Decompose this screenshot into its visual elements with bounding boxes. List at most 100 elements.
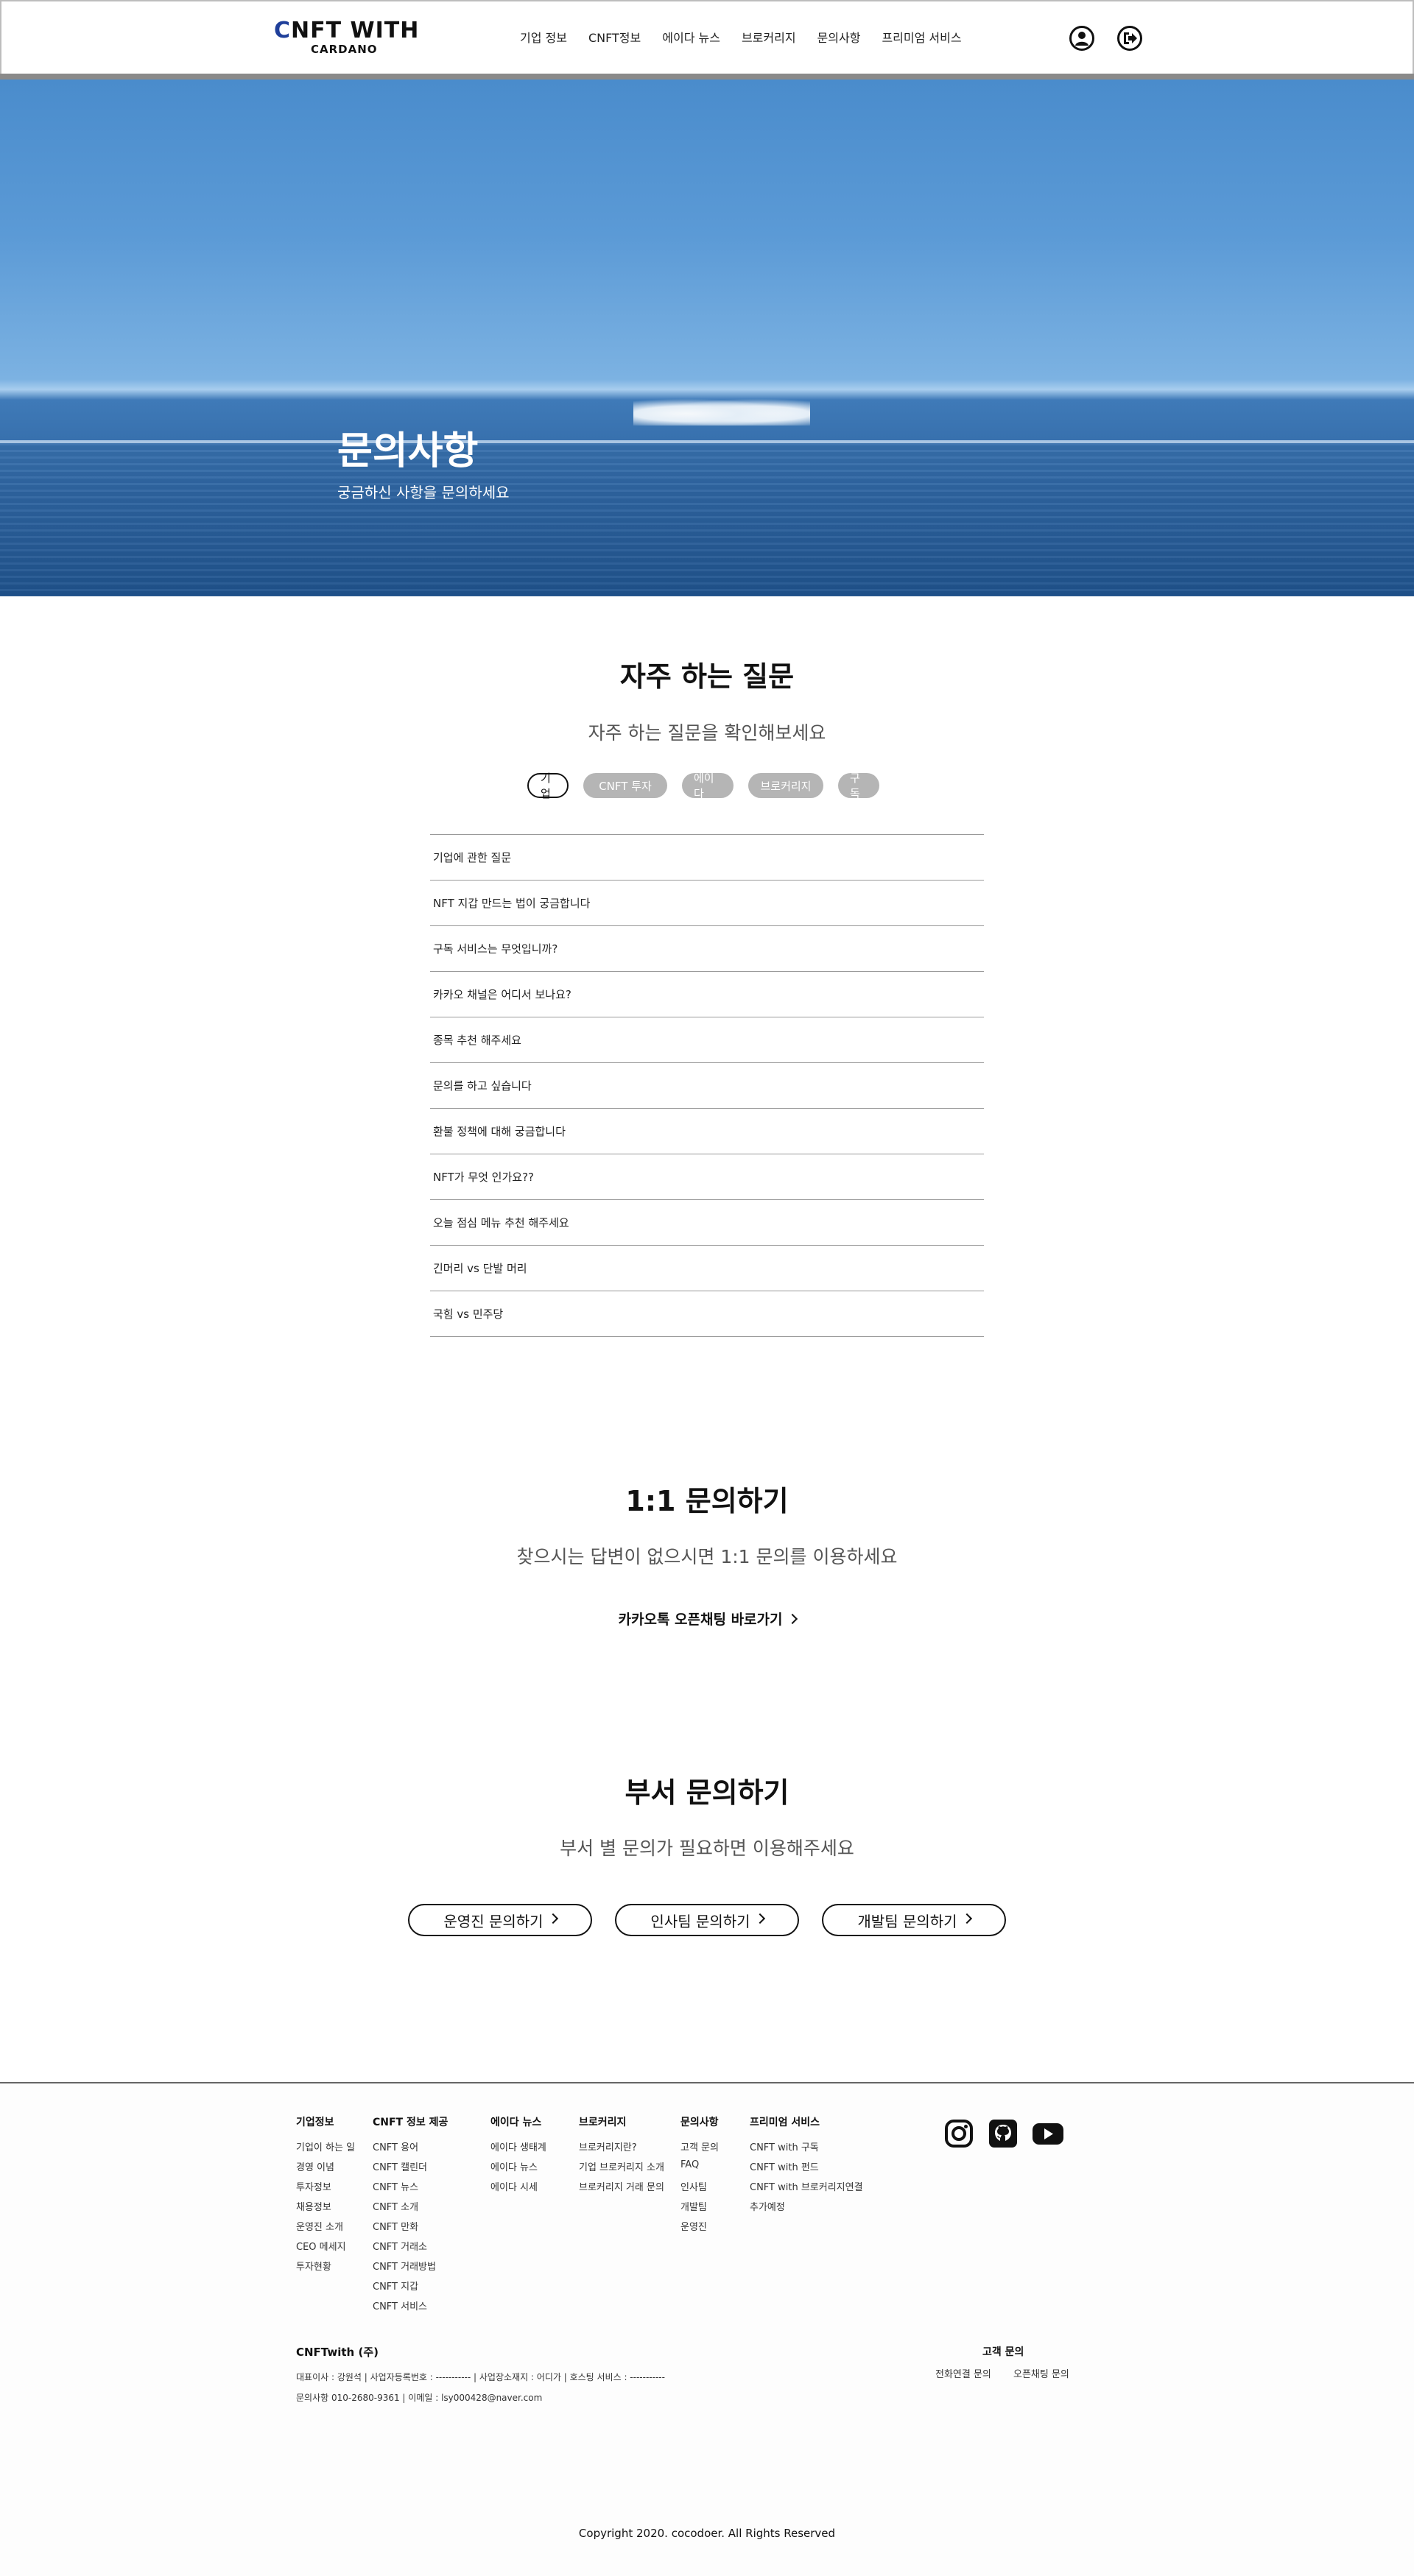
phone-inquiry-link[interactable]: 전화연결 문의 — [935, 2366, 991, 2380]
instagram-icon[interactable] — [944, 2119, 974, 2148]
footer-link[interactable]: 추가예정 — [750, 2199, 863, 2219]
footer-link[interactable]: CNFT 캘린더 — [373, 2159, 448, 2179]
footer-link[interactable]: CNFT 소개 — [373, 2199, 448, 2219]
ops-inquiry-button[interactable]: 운영진 문의하기 — [408, 1904, 592, 1936]
footer-link[interactable]: 투자현황 — [296, 2259, 355, 2279]
faq-item[interactable]: 국힘 vs 민주당 — [430, 1291, 984, 1337]
logo-sub: CARDANO — [311, 43, 378, 56]
footer-col-cnft: CNFT 정보 제공 CNFT 용어 CNFT 캘린더 CNFT 뉴스 CNFT… — [373, 2114, 448, 2318]
support-title: 고객 문의 — [982, 2346, 1024, 2358]
footer-link[interactable]: 인사팀 — [680, 2179, 719, 2199]
footer-link[interactable]: CNFT 뉴스 — [373, 2179, 448, 2199]
nav-item-ada-news[interactable]: 에이다 뉴스 — [662, 28, 720, 46]
footer-link[interactable]: 운영진 소개 — [296, 2219, 355, 2239]
dept-buttons: 운영진 문의하기 인사팀 문의하기 개발팀 문의하기 — [408, 1904, 1029, 1936]
logout-glyph — [1124, 32, 1137, 44]
footer-col-title: 문의사항 — [680, 2117, 719, 2128]
chevron-right-icon — [754, 1913, 765, 1924]
chevron-right-icon — [787, 1613, 798, 1624]
footer-link[interactable]: CNFT 만화 — [373, 2219, 448, 2239]
company-info-line: 대표이사 : 강원석 | 사업자등록번호 : ----------- | 사업장… — [296, 2372, 665, 2382]
footer-link[interactable]: CNFT 용어 — [373, 2139, 448, 2159]
footer-col-ada: 에이다 뉴스 에이다 생태계 에이다 뉴스 에이다 시세 — [490, 2114, 546, 2199]
footer-link[interactable]: 운영진 — [680, 2219, 719, 2239]
faq-item[interactable]: NFT가 무엇 인가요?? — [430, 1154, 984, 1200]
github-icon[interactable] — [988, 2119, 1018, 2148]
nav-item-premium[interactable]: 프리미엄 서비스 — [882, 28, 961, 46]
logout-icon[interactable] — [1117, 26, 1142, 51]
footer-link[interactable]: CEO 메세지 — [296, 2239, 355, 2259]
faq-item[interactable]: 오늘 점심 메뉴 추천 해주세요 — [430, 1200, 984, 1246]
youtube-icon[interactable] — [1031, 2119, 1065, 2148]
footer-link[interactable]: 브로커리지 거래 문의 — [579, 2179, 664, 2199]
footer-link[interactable]: 에이다 시세 — [490, 2179, 546, 2199]
footer-link[interactable]: 기업이 하는 일 — [296, 2139, 355, 2159]
dept-subtitle: 부서 별 문의가 필요하면 이용해주세요 — [560, 1838, 854, 1859]
footer-link[interactable]: 에이다 생태계 — [490, 2139, 546, 2159]
kakao-openchat-label: 카카오톡 오픈채팅 바로가기 — [618, 1612, 783, 1628]
chevron-right-icon — [547, 1913, 558, 1924]
footer-col-premium: 프리미엄 서비스 CNFT with 구독 CNFT with 펀드 CNFT … — [750, 2114, 863, 2219]
header-underline — [0, 74, 1414, 80]
hero-title: 문의사항 — [337, 429, 479, 473]
footer-link[interactable]: CNFT 거래방법 — [373, 2259, 448, 2279]
footer-link[interactable]: 브로커리지란? — [579, 2139, 664, 2159]
openchat-inquiry-link[interactable]: 오픈채팅 문의 — [1013, 2366, 1069, 2380]
footer-col-title: 에이다 뉴스 — [490, 2117, 542, 2128]
footer-col-title: 브로커리지 — [579, 2117, 627, 2128]
footer-col-title: 프리미엄 서비스 — [750, 2117, 820, 2128]
footer-link[interactable]: 투자정보 — [296, 2179, 355, 2199]
faq-item[interactable]: 카카오 채널은 어디서 보나요? — [430, 972, 984, 1017]
tab-subscription[interactable]: 구독 — [838, 772, 879, 800]
nav-item-inquiry[interactable]: 문의사항 — [817, 28, 861, 46]
footer-link[interactable]: 기업 브로커리지 소개 — [579, 2159, 664, 2179]
faq-item[interactable]: 구독 서비스는 무엇입니까? — [430, 926, 984, 972]
footer-link[interactable]: CNFT 서비스 — [373, 2298, 448, 2318]
dev-inquiry-button[interactable]: 개발팀 문의하기 — [822, 1904, 1006, 1936]
one-on-one-subtitle: 찾으시는 답변이 없으시면 1:1 문의를 이용하세요 — [516, 1546, 898, 1567]
faq-item[interactable]: 문의를 하고 싶습니다 — [430, 1063, 984, 1109]
footer-link[interactable]: CNFT with 펀드 — [750, 2159, 863, 2179]
footer-link[interactable]: 채용정보 — [296, 2199, 355, 2219]
one-on-one-title: 1:1 문의하기 — [625, 1485, 789, 1517]
faq-item[interactable]: 종목 추천 해주세요 — [430, 1017, 984, 1063]
hero-subtitle: 궁금하신 사항을 문의하세요 — [337, 484, 510, 501]
footer-col-brokerage: 브로커리지 브로커리지란? 기업 브로커리지 소개 브로커리지 거래 문의 — [579, 2114, 664, 2199]
nav-item-company[interactable]: 기업 정보 — [520, 28, 567, 46]
faq-item[interactable]: NFT 지갑 만드는 법이 궁금합니다 — [430, 881, 984, 926]
tab-brokerage[interactable]: 브로커리지 — [748, 773, 823, 798]
footer-link[interactable]: CNFT 거래소 — [373, 2239, 448, 2259]
logo[interactable]: CNFT WITH CARDANO — [274, 18, 429, 57]
company-name: CNFTwith (주) — [296, 2346, 379, 2359]
kakao-openchat-link[interactable]: 카카오톡 오픈채팅 바로가기 — [0, 1609, 1414, 1628]
faq-item[interactable]: 기업에 관한 질문 — [430, 835, 984, 881]
main-nav: 기업 정보 CNFT정보 에이다 뉴스 브로커리지 문의사항 프리미엄 서비스 — [520, 28, 983, 46]
chevron-right-icon — [961, 1913, 972, 1924]
hero-sea — [0, 443, 1414, 596]
footer-link[interactable]: 개발팀 — [680, 2199, 719, 2219]
hr-inquiry-button[interactable]: 인사팀 문의하기 — [615, 1904, 799, 1936]
youtube-glyph — [1033, 2123, 1063, 2145]
hero-clouds — [633, 396, 810, 426]
footer-link[interactable]: CNFT with 구독 — [750, 2139, 863, 2159]
logo-main: CNFT WITH — [274, 18, 420, 43]
faq-title: 자주 하는 질문 — [619, 660, 795, 693]
footer-col-inquiry: 문의사항 고객 문의 FAQ 인사팀 개발팀 운영진 — [680, 2114, 719, 2239]
nav-item-brokerage[interactable]: 브로커리지 — [742, 28, 796, 46]
footer-link[interactable]: 경영 이념 — [296, 2159, 355, 2179]
tab-ada[interactable]: 에이다 — [682, 772, 734, 800]
faq-item[interactable]: 환불 정책에 대해 궁금합니다 — [430, 1109, 984, 1154]
footer-link[interactable]: 고객 문의 — [680, 2139, 719, 2159]
user-icon[interactable] — [1069, 26, 1094, 51]
tab-cnft-invest[interactable]: CNFT 투자 — [583, 773, 667, 798]
dev-inquiry-label: 개발팀 문의하기 — [857, 1912, 957, 1930]
footer-link[interactable]: FAQ — [680, 2159, 719, 2179]
footer-link[interactable]: CNFT with 브로커리지연결 — [750, 2179, 863, 2199]
faq-item[interactable]: 긴머리 vs 단발 머리 — [430, 1246, 984, 1291]
nav-item-cnft[interactable]: CNFT정보 — [588, 28, 641, 46]
footer-link[interactable]: 에이다 뉴스 — [490, 2159, 546, 2179]
hr-inquiry-label: 인사팀 문의하기 — [650, 1912, 750, 1930]
footer-col-company: 기업정보 기업이 하는 일 경영 이념 투자정보 채용정보 운영진 소개 CEO… — [296, 2114, 355, 2279]
footer-link[interactable]: CNFT 지갑 — [373, 2279, 448, 2298]
tab-company[interactable]: 기업 — [527, 772, 569, 800]
